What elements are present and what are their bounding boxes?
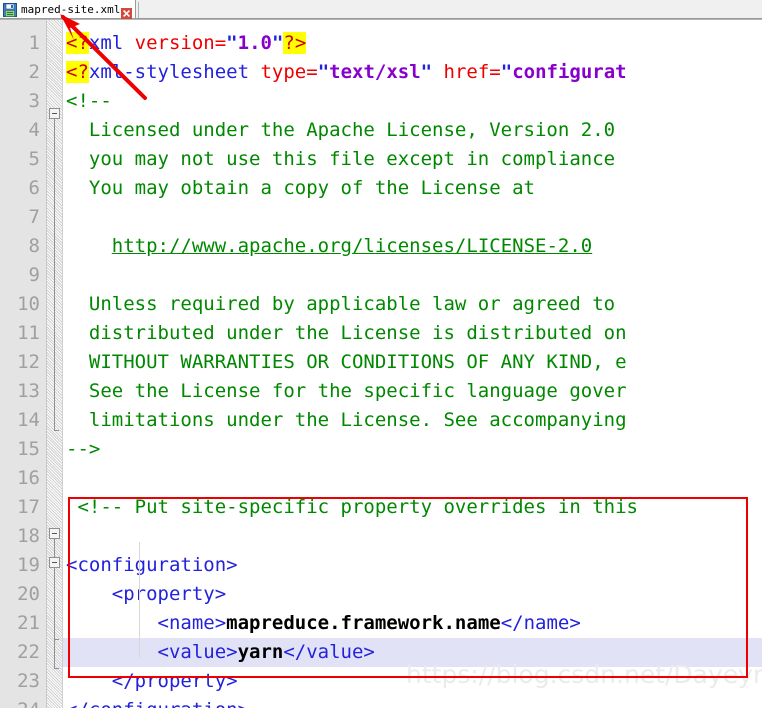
code-line-7[interactable]: 7 bbox=[0, 203, 762, 232]
fold-marker-line-20[interactable] bbox=[49, 557, 60, 568]
line-number: 11 bbox=[17, 322, 40, 344]
line-number: 18 bbox=[17, 525, 40, 547]
tab-bar-empty-area bbox=[132, 0, 762, 19]
code-line-12[interactable]: 12 WITHOUT WARRANTIES OR CONDITIONS OF A… bbox=[0, 348, 762, 377]
line-content: See the License for the specific languag… bbox=[66, 380, 627, 402]
tab-label: mapred-site.xml bbox=[21, 2, 121, 16]
code-line-24[interactable]: 24 </configuration> bbox=[0, 696, 762, 708]
line-content: Licensed under the Apache License, Versi… bbox=[66, 119, 616, 141]
close-icon[interactable] bbox=[121, 4, 133, 19]
code-editor[interactable]: 1 <?xml version="1.0"?> 2 <?xml-styleshe… bbox=[0, 20, 762, 708]
code-line-3[interactable]: 3 <!-- bbox=[0, 87, 762, 116]
line-number: 16 bbox=[17, 467, 40, 489]
line-content: you may not use this file except in comp… bbox=[66, 148, 616, 170]
line-content: http://www.apache.org/licenses/LICENSE-2… bbox=[66, 232, 762, 261]
line-content: <!-- Put site-specific property override… bbox=[66, 496, 638, 518]
xml-editor-window: mapred-site.xml 1 <?xml version="1.0"?> … bbox=[0, 0, 762, 708]
line-number: 14 bbox=[17, 409, 40, 431]
fold-range-end-line-15 bbox=[54, 430, 59, 431]
line-number: 12 bbox=[17, 351, 40, 373]
line-number: 9 bbox=[28, 264, 40, 286]
line-content: </configuration> bbox=[66, 696, 762, 708]
fold-marker-line-19[interactable] bbox=[49, 528, 60, 539]
line-content: distributed under the License is distrib… bbox=[66, 322, 627, 344]
line-number: 22 bbox=[17, 641, 40, 663]
line-number: 1 bbox=[28, 32, 40, 54]
fold-range-end-line-23 bbox=[54, 639, 59, 640]
code-line-16[interactable]: 16 bbox=[0, 464, 762, 493]
code-line-19[interactable]: 19 <configuration> bbox=[0, 551, 762, 580]
line-content: <!-- bbox=[66, 90, 112, 112]
line-number: 20 bbox=[17, 583, 40, 605]
line-content: <?xml version="1.0"?> bbox=[66, 32, 307, 54]
code-line-9[interactable]: 9 bbox=[0, 261, 762, 290]
fold-range-line-20 bbox=[54, 568, 55, 639]
code-line-6[interactable]: 6 You may obtain a copy of the License a… bbox=[0, 174, 762, 203]
line-number: 24 bbox=[0, 696, 40, 708]
line-content: WITHOUT WARRANTIES OR CONDITIONS OF ANY … bbox=[66, 351, 627, 373]
code-line-21[interactable]: 21 <name>mapreduce.framework.name</name> bbox=[0, 609, 762, 638]
line-content: You may obtain a copy of the License at bbox=[66, 177, 535, 199]
line-number: 23 bbox=[17, 670, 40, 692]
code-line-1[interactable]: 1 <?xml version="1.0"?> bbox=[0, 29, 762, 58]
code-line-20[interactable]: 20 <property> bbox=[0, 580, 762, 609]
floppy-disk-icon bbox=[3, 2, 17, 17]
property-name-value: mapreduce.framework.name bbox=[226, 612, 501, 634]
code-line-10[interactable]: 10 Unless required by applicable law or … bbox=[0, 290, 762, 319]
code-line-17[interactable]: 17 <!-- Put site-specific property overr… bbox=[0, 493, 762, 522]
tab-bar: mapred-site.xml bbox=[0, 0, 762, 20]
code-line-5[interactable]: 5 you may not use this file except in co… bbox=[0, 145, 762, 174]
line-number: 5 bbox=[28, 148, 40, 170]
line-content: <name>mapreduce.framework.name</name> bbox=[66, 612, 581, 634]
code-line-11[interactable]: 11 distributed under the License is dist… bbox=[0, 319, 762, 348]
line-number: 3 bbox=[28, 90, 40, 112]
fold-range-line-3 bbox=[54, 119, 55, 430]
code-line-13[interactable]: 13 See the License for the specific lang… bbox=[0, 377, 762, 406]
line-number: 7 bbox=[28, 206, 40, 228]
line-number: 13 bbox=[17, 380, 40, 402]
code-line-18[interactable]: 18 bbox=[0, 522, 762, 551]
code-line-14[interactable]: 14 limitations under the License. See ac… bbox=[0, 406, 762, 435]
line-content: <?xml-stylesheet type="text/xsl" href="c… bbox=[66, 61, 627, 83]
code-line-4[interactable]: 4 Licensed under the Apache License, Ver… bbox=[0, 116, 762, 145]
line-number: 21 bbox=[17, 612, 40, 634]
line-content: limitations under the License. See accom… bbox=[66, 409, 627, 431]
line-content: --> bbox=[66, 438, 101, 460]
watermark: https://blog.csdn.net/Dayeym bbox=[406, 660, 762, 689]
line-content: <configuration> bbox=[66, 554, 238, 576]
code-line-15[interactable]: 15 --> bbox=[0, 435, 762, 464]
line-number: 2 bbox=[28, 61, 40, 83]
code-line-2[interactable]: 2 <?xml-stylesheet type="text/xsl" href=… bbox=[0, 58, 762, 87]
property-value-value: yarn bbox=[237, 641, 284, 663]
fold-range-end-line-24 bbox=[54, 668, 59, 669]
fold-marker-line-3[interactable] bbox=[49, 108, 60, 119]
line-number: 4 bbox=[28, 119, 40, 141]
license-url-link[interactable]: http://www.apache.org/licenses/LICENSE-2… bbox=[112, 235, 592, 257]
line-number: 10 bbox=[17, 293, 40, 315]
code-lines: 1 <?xml version="1.0"?> 2 <?xml-styleshe… bbox=[0, 20, 762, 708]
code-line-8[interactable]: 8 http://www.apache.org/licenses/LICENSE… bbox=[0, 232, 762, 261]
line-content: <property> bbox=[66, 583, 227, 605]
line-number: 6 bbox=[28, 177, 40, 199]
tab-mapred-site-xml[interactable]: mapred-site.xml bbox=[0, 0, 137, 19]
tab-divider bbox=[138, 2, 139, 18]
line-number: 19 bbox=[17, 554, 40, 576]
line-number: 8 bbox=[28, 235, 40, 257]
line-number: 15 bbox=[17, 438, 40, 460]
line-content: Unless required by applicable law or agr… bbox=[66, 293, 616, 315]
line-number: 17 bbox=[17, 496, 40, 518]
